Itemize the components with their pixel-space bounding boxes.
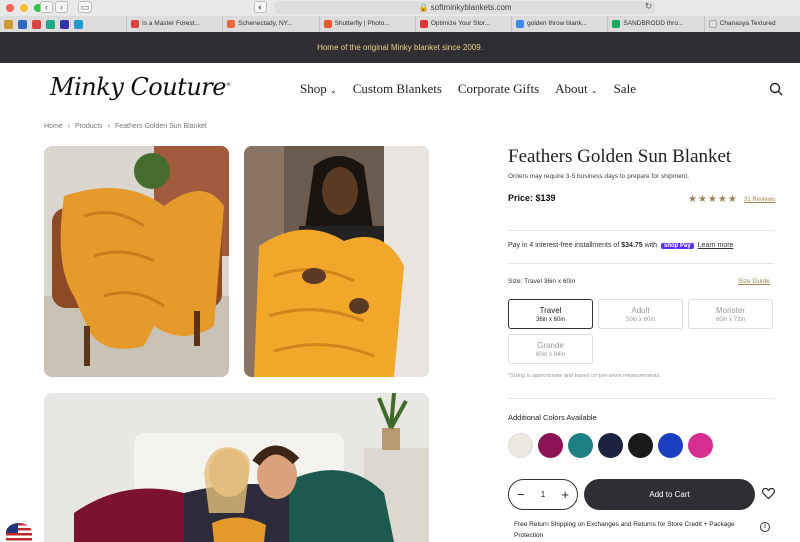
divider bbox=[508, 263, 774, 264]
browser-tab[interactable]: Chanasya Textured bbox=[703, 16, 800, 32]
tab-favicon-icon bbox=[131, 20, 139, 28]
size-guide-link[interactable]: Size Guide bbox=[738, 278, 770, 285]
browser-tab[interactable]: SANDBRODD thro... bbox=[607, 16, 703, 32]
breadcrumb: Home › Products › Feathers Golden Sun Bl… bbox=[44, 123, 207, 130]
browser-tab[interactable]: golden throw blank... bbox=[511, 16, 607, 32]
nav-about[interactable]: About ⌄ bbox=[555, 81, 597, 97]
size-option-monster[interactable]: Monster 60in x 72in bbox=[688, 299, 773, 329]
minus-icon[interactable]: − bbox=[517, 487, 525, 502]
nav-sale[interactable]: Sale bbox=[614, 81, 636, 97]
add-to-cart-button[interactable]: Add to Cart bbox=[584, 479, 755, 510]
size-option-grande[interactable]: Grande 60in x 84in bbox=[508, 334, 593, 364]
window-controls[interactable] bbox=[6, 4, 42, 12]
product-image-1[interactable] bbox=[44, 146, 229, 377]
us-flag-icon[interactable] bbox=[6, 523, 32, 542]
close-window-icon[interactable] bbox=[6, 4, 14, 12]
info-icon[interactable]: i bbox=[760, 522, 770, 532]
tab-favicon-icon bbox=[419, 20, 428, 28]
chevron-down-icon: ⌄ bbox=[329, 86, 337, 95]
quantity-value[interactable]: 1 bbox=[541, 490, 545, 499]
bookmark-icon[interactable] bbox=[74, 19, 83, 29]
shipping-note: Orders may require 3-5 business days to … bbox=[508, 173, 690, 180]
star-rating-icon[interactable]: ★★★★★ bbox=[688, 194, 738, 205]
bookmark-icon[interactable] bbox=[46, 19, 55, 29]
privacy-icon[interactable]: ◐ bbox=[254, 1, 267, 13]
site-logo[interactable]: Minky Couture® bbox=[50, 73, 231, 101]
tab-favicon-icon bbox=[708, 20, 717, 28]
tab-favicon-icon bbox=[227, 20, 236, 28]
back-icon[interactable]: ‹ bbox=[40, 1, 53, 13]
product-image-3[interactable] bbox=[44, 393, 429, 542]
additional-colors-label: Additional Colors Available bbox=[508, 413, 597, 422]
shoppay-logo: shop Pay bbox=[661, 243, 694, 249]
couple-under-blankets-image bbox=[44, 393, 429, 542]
browser-tab[interactable]: Shutterfly | Photo... bbox=[318, 16, 415, 32]
registered-mark: ® bbox=[225, 82, 231, 88]
learn-more-link[interactable]: Learn more bbox=[698, 242, 734, 249]
sizing-disclaimer: *Sizing is approximate and based on pre-… bbox=[508, 373, 661, 379]
blanket-on-chair-image bbox=[44, 146, 229, 377]
product-title: Feathers Golden Sun Blanket bbox=[508, 146, 732, 167]
bookmark-icons bbox=[0, 16, 126, 32]
color-swatch-black[interactable] bbox=[628, 433, 653, 458]
plus-icon[interactable]: + bbox=[561, 487, 569, 502]
bookmark-icon[interactable] bbox=[4, 19, 13, 29]
bookmark-icon[interactable] bbox=[18, 19, 27, 29]
sidebar-icon[interactable]: ▭ bbox=[78, 1, 92, 13]
breadcrumb-current: Feathers Golden Sun Blanket bbox=[115, 123, 207, 130]
breadcrumb-home[interactable]: Home bbox=[44, 123, 63, 130]
size-label: Size: Travel 36in x 60in bbox=[508, 278, 576, 285]
nav-corporate-gifts[interactable]: Corporate Gifts bbox=[458, 81, 539, 97]
divider bbox=[508, 398, 774, 399]
announcement-bar: Home of the original Minky blanket since… bbox=[0, 32, 800, 63]
color-swatch-cream[interactable] bbox=[508, 433, 533, 458]
woman-holding-blanket-image bbox=[244, 146, 429, 377]
gmail-icon[interactable] bbox=[32, 19, 41, 29]
size-option-travel[interactable]: Travel 36in x 60in bbox=[508, 299, 593, 329]
size-option-adult[interactable]: Adult 50in x 60in bbox=[598, 299, 683, 329]
browser-chrome: ‹ › ▭ ◐ 🔒 softminkyblankets.com ↻ Is a M… bbox=[0, 0, 800, 32]
installments-text: Pay in 4 interest-free installments of $… bbox=[508, 242, 734, 249]
price: Price: $139 bbox=[508, 193, 556, 203]
url-text: softminkyblankets.com bbox=[430, 3, 512, 12]
browser-tab[interactable]: Optimize Your Stor... bbox=[414, 16, 511, 32]
color-swatch-royal-blue[interactable] bbox=[658, 433, 683, 458]
main-nav: Shop ⌄ Custom Blankets Corporate Gifts A… bbox=[300, 81, 636, 97]
browser-tab[interactable]: Schenectady, NY... bbox=[222, 16, 318, 32]
address-bar[interactable]: 🔒 softminkyblankets.com bbox=[275, 1, 655, 14]
divider bbox=[508, 230, 774, 231]
color-swatch-pink[interactable] bbox=[688, 433, 713, 458]
chevron-down-icon: ⌄ bbox=[590, 86, 598, 95]
mail-icon[interactable] bbox=[60, 19, 69, 29]
tab-favicon-icon bbox=[612, 20, 621, 28]
minimize-window-icon[interactable] bbox=[20, 4, 28, 12]
return-shipping-note: Free Return Shipping on Exchanges and Re… bbox=[514, 521, 735, 539]
breadcrumb-products[interactable]: Products bbox=[75, 123, 103, 130]
nav-shop[interactable]: Shop ⌄ bbox=[300, 81, 337, 97]
product-image-2[interactable] bbox=[244, 146, 429, 377]
breadcrumb-separator-icon: › bbox=[107, 123, 110, 130]
tab-favicon-icon bbox=[516, 20, 525, 28]
reload-icon[interactable]: ↻ bbox=[642, 1, 655, 13]
nav-custom-blankets[interactable]: Custom Blankets bbox=[353, 81, 442, 97]
lock-icon: 🔒 bbox=[418, 3, 429, 12]
color-swatch-magenta[interactable] bbox=[538, 433, 563, 458]
browser-tab[interactable]: Is a Master Forest... bbox=[126, 16, 222, 32]
wishlist-heart-icon[interactable] bbox=[762, 487, 775, 500]
forward-icon[interactable]: › bbox=[55, 1, 68, 13]
quantity-stepper: − 1 + bbox=[508, 479, 578, 510]
color-swatch-teal[interactable] bbox=[568, 433, 593, 458]
search-icon[interactable] bbox=[769, 82, 783, 96]
color-swatch-navy[interactable] bbox=[598, 433, 623, 458]
tab-favicon-icon bbox=[323, 20, 332, 28]
reviews-link[interactable]: 31 Reviews bbox=[744, 197, 775, 203]
tab-bar: Is a Master Forest... Schenectady, NY...… bbox=[0, 16, 800, 32]
breadcrumb-separator-icon: › bbox=[67, 123, 71, 130]
